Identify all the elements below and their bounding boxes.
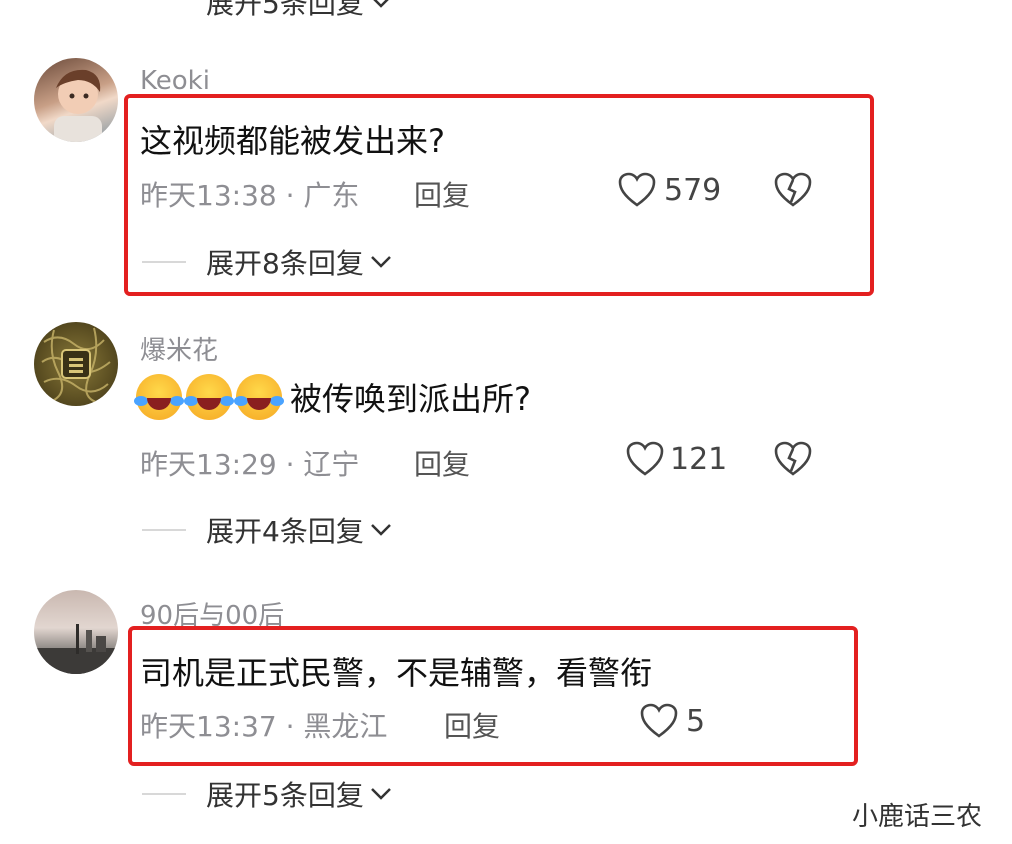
comment-time-location: 昨天13:29 · 辽宁 xyxy=(140,448,360,481)
avatar[interactable] xyxy=(34,58,118,142)
chevron-down-icon xyxy=(370,788,391,800)
highlight-box xyxy=(124,94,874,296)
laughing-tears-emoji-icon xyxy=(234,374,284,420)
chevron-down-icon xyxy=(370,524,391,536)
username[interactable]: 爆米花 xyxy=(140,330,218,367)
comment-text: 被传唤到派出所? xyxy=(134,374,531,420)
reply-button[interactable]: 回复 xyxy=(414,443,470,483)
expand-replies-top[interactable]: 展开5条回复 xyxy=(206,0,392,22)
expand-replies[interactable]: 展开4条回复 xyxy=(206,510,392,550)
laughing-tears-emoji-icon xyxy=(184,374,234,420)
divider xyxy=(142,793,186,795)
expand-label: 展开5条回复 xyxy=(206,779,364,812)
divider xyxy=(142,529,186,531)
username[interactable]: Keoki xyxy=(140,66,210,96)
expand-replies[interactable]: 展开5条回复 xyxy=(206,774,392,814)
like-count: 121 xyxy=(670,442,728,477)
comment-text-body: 被传唤到派出所? xyxy=(290,380,531,418)
broken-heart-icon[interactable] xyxy=(774,441,812,477)
chevron-down-icon xyxy=(373,0,389,8)
heart-icon[interactable] xyxy=(626,441,664,477)
laughing-tears-emoji-icon xyxy=(134,374,184,420)
highlight-box xyxy=(128,626,858,766)
expand-label: 展开4条回复 xyxy=(206,515,364,548)
expand-label: 展开5条回复 xyxy=(206,0,364,20)
watermark: 小鹿话三农 xyxy=(852,802,983,832)
avatar[interactable] xyxy=(34,322,118,406)
avatar[interactable] xyxy=(34,590,118,674)
